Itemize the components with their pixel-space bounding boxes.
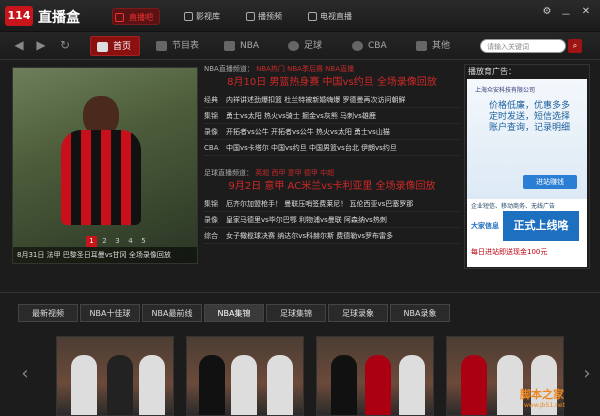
ad-image-launch[interactable]: 企业短信、移动商务、无线广告 大家信息 正式上线咯 每日进站即送现金100元	[467, 199, 587, 267]
pager-2[interactable]: 2	[99, 236, 110, 247]
next-arrow-icon[interactable]: ›	[580, 362, 594, 386]
ad-image-sms[interactable]: 上海众安科技有限公司 价格低廉，优惠多多 定时发送，短信选择 账户查询，记录明细 进…	[467, 79, 587, 199]
cat-football[interactable]: 足球	[286, 36, 322, 56]
list-item: 综合 女子橄榄球决赛 纳达尔vs科赫尔斯 费德勒vs罗布雷多	[204, 228, 460, 244]
search-icon[interactable]: ⌕	[568, 39, 582, 53]
cat-other[interactable]: 其他	[414, 36, 450, 56]
grid-icon	[416, 41, 427, 51]
tab-preview[interactable]: 播预频	[244, 8, 282, 25]
ad-enter-button[interactable]: 进站赚钱	[523, 175, 577, 189]
tab-nba-top10[interactable]: NBA十佳球	[80, 304, 140, 322]
back-icon[interactable]: ◀	[12, 38, 26, 52]
cat-schedule[interactable]: 节目表	[154, 36, 199, 56]
app-logo: 114	[5, 6, 33, 26]
hero-pager: 1 2 3 4 5	[86, 236, 149, 247]
list-item: 经典 内祥讲述劲爆扣篮 杜兰特被新婚嗨爆 罗德曼再次访问朝鲜	[204, 92, 460, 108]
title-bar: 114 直播盒 直播吧 影视库 播预频 电视直播 ⚙ － ✕	[0, 0, 600, 32]
nba-section-header: NBA直播频道： NBA热门 NBA季后赛 NBA直播	[204, 65, 354, 73]
brand-logo: 大家信息	[471, 222, 499, 230]
video-thumb-3[interactable]	[316, 336, 434, 416]
hero-banner[interactable]: 8月31日 法甲 巴黎圣日耳曼vs甘冈 全场录像回放	[12, 67, 198, 264]
video-thumb-1[interactable]	[56, 336, 174, 416]
ad-header: 播放育广告：	[468, 67, 516, 76]
list-item: 录像 开拓者vs公牛 开拓者vs公牛 热火vs太阳 勇士vs山猫	[204, 124, 460, 140]
pager-5[interactable]: 5	[138, 236, 149, 247]
tv-icon	[115, 13, 124, 22]
settings-icon[interactable]: ⚙	[541, 6, 553, 17]
player-shirt	[61, 130, 141, 225]
list-item: 集锦 勇士vs太阳 热火vs骑士 掘金vs灰熊 马刺vs雄鹿	[204, 108, 460, 124]
pager-3[interactable]: 3	[112, 236, 123, 247]
tab-nba-highlights[interactable]: NBA集锦	[204, 304, 264, 322]
video-tabs: 最新视频 NBA十佳球 NBA最前线 NBA集锦 足球集锦 足球录象 NBA录象	[18, 304, 452, 322]
nav-bar: ◀ ▶ ↻ 首页 节目表 NBA 足球 CBA 其他 请输入关键词 ⌕	[0, 32, 600, 60]
divider	[0, 292, 600, 293]
play-icon	[246, 12, 255, 21]
prev-arrow-icon[interactable]: ‹	[18, 362, 32, 386]
forward-icon[interactable]: ▶	[34, 38, 48, 52]
basketball-icon	[352, 41, 363, 51]
football-section-header: 足球直播频道： 英超 西甲 意甲 德甲 中超	[204, 169, 335, 177]
football-icon	[288, 41, 299, 51]
video-thumb-2[interactable]	[186, 336, 304, 416]
football-headline[interactable]: 9月2日 意甲 AC米兰vs卡利亚里 全场录像回放	[204, 178, 460, 196]
app-name: 直播盒	[38, 10, 80, 26]
list-item: 集锦 厄齐尔加盟枪手！ 曼联压哨签费莱尼！ 瓦伦西亚vs巴塞罗那	[204, 196, 460, 212]
list-item: CBA 中国vs卡塔尔 中国vs约旦 中国男篮vs台北 伊朗vs约旦	[204, 140, 460, 156]
minimize-button[interactable]: －	[560, 6, 572, 21]
tab-tv[interactable]: 电视直播	[306, 8, 352, 25]
cat-home[interactable]: 首页	[90, 36, 141, 56]
nba-headline[interactable]: 8月10日 男篮热身赛 中国vs约旦 全场录像回放	[204, 74, 460, 92]
tab-nba-replay[interactable]: NBA录象	[390, 304, 450, 322]
hero-caption[interactable]: 8月31日 法甲 巴黎圣日耳曼vs甘冈 全场录像回放	[13, 247, 197, 263]
pager-4[interactable]: 4	[125, 236, 136, 247]
calendar-icon	[156, 41, 167, 51]
list-item: 录像 皇家马德里vs毕尔巴鄂 利物浦vs曼联 阿森纳vs热刺	[204, 212, 460, 228]
ad-panel: 播放育广告： 上海众安科技有限公司 价格低廉，优惠多多 定时发送，短信选择 账户查询…	[464, 64, 590, 269]
search-input[interactable]: 请输入关键词	[480, 39, 566, 53]
tab-football-highlights[interactable]: 足球集锦	[266, 304, 326, 322]
tab-nba-frontline[interactable]: NBA最前线	[142, 304, 202, 322]
cat-nba[interactable]: NBA	[222, 36, 259, 56]
refresh-icon[interactable]: ↻	[58, 38, 72, 52]
monitor-icon	[308, 12, 317, 21]
tab-movies[interactable]: 影视库	[182, 8, 220, 25]
watermark-url: www.jb51.net	[524, 402, 565, 409]
news-panel: NBA直播频道： NBA热门 NBA季后赛 NBA直播 8月10日 男篮热身赛 …	[204, 64, 460, 269]
tab-live[interactable]: 直播吧	[112, 8, 160, 25]
pager-1[interactable]: 1	[86, 236, 97, 247]
watermark: 脚本之家	[520, 388, 564, 401]
film-icon	[184, 12, 193, 21]
tab-football-replay[interactable]: 足球录象	[328, 304, 388, 322]
tab-latest-video[interactable]: 最新视频	[18, 304, 78, 322]
cat-cba[interactable]: CBA	[350, 36, 387, 56]
nba-icon	[224, 41, 235, 51]
close-button[interactable]: ✕	[580, 6, 592, 17]
home-icon	[97, 42, 108, 52]
